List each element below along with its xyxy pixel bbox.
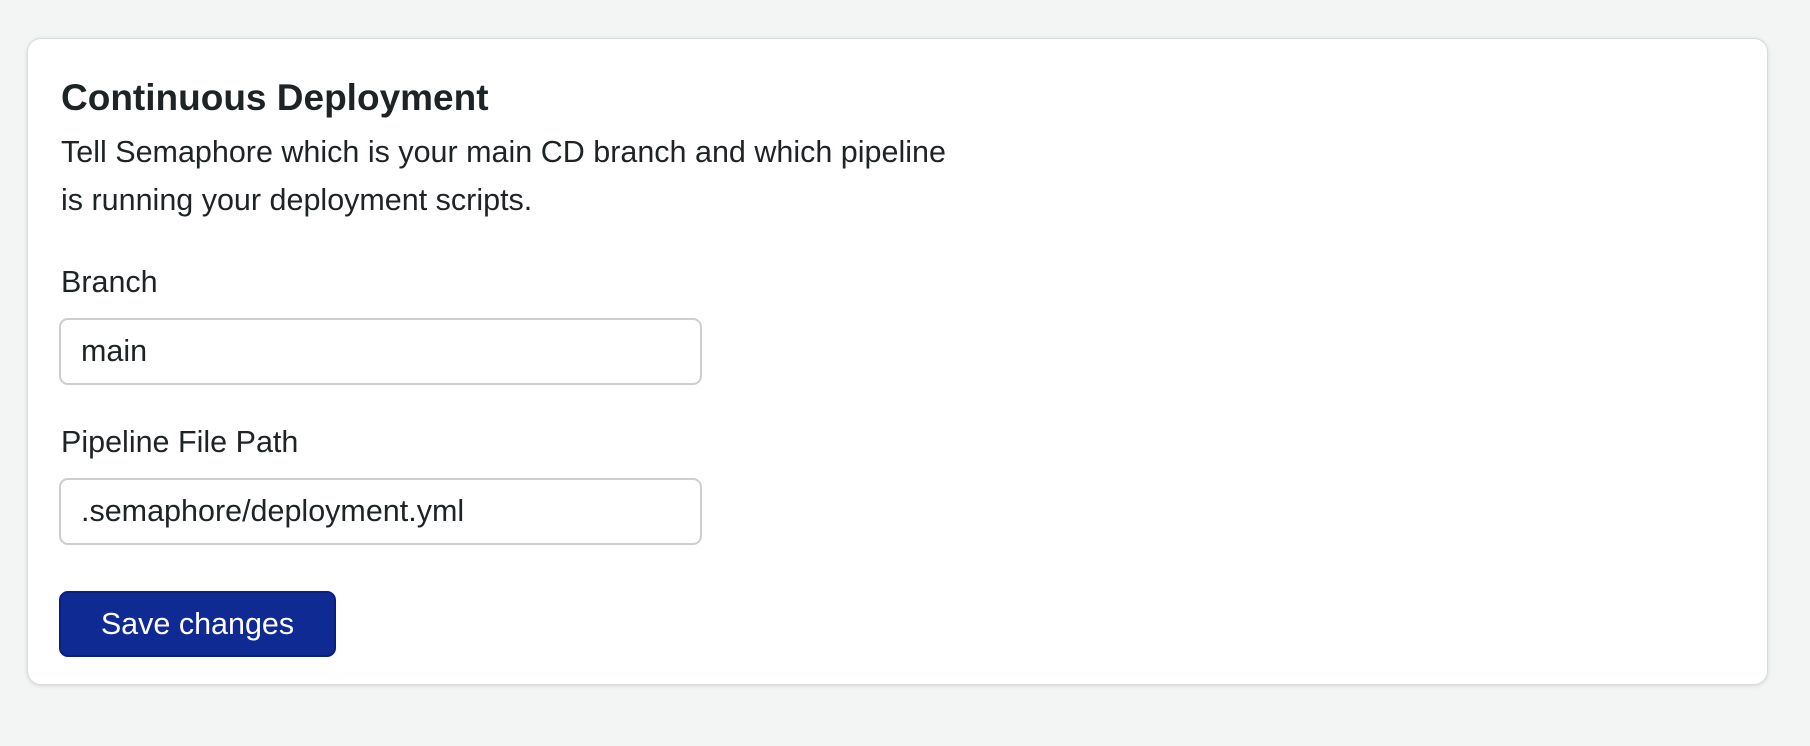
section-title: Continuous Deployment — [61, 77, 489, 118]
pipeline-file-path-label: Pipeline File Path — [61, 425, 299, 459]
branch-label: Branch — [61, 265, 158, 299]
pipeline-file-path-input[interactable] — [59, 478, 702, 545]
save-changes-button[interactable]: Save changes — [59, 591, 336, 657]
branch-input[interactable] — [59, 318, 702, 385]
continuous-deployment-card: Continuous Deployment Tell Semaphore whi… — [27, 38, 1768, 685]
section-description: Tell Semaphore which is your main CD bra… — [61, 135, 946, 217]
